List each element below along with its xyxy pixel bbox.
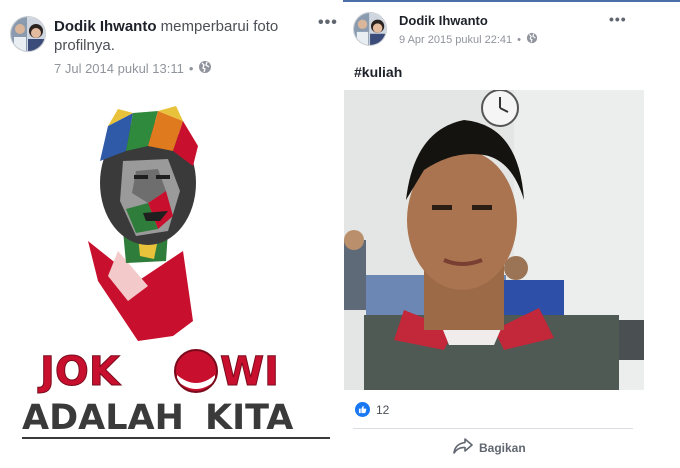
meta-separator: • <box>188 61 194 76</box>
reactions-summary[interactable]: 12 <box>355 402 389 417</box>
meta-separator: • <box>517 33 522 46</box>
clock-icon <box>481 89 519 127</box>
more-options-icon[interactable]: ••• <box>609 11 627 27</box>
logo-text-adalah: ADALAH <box>22 398 184 438</box>
share-arrow-icon <box>453 438 473 457</box>
post-timestamp[interactable]: 9 Apr 2015 pukul 22:41 <box>399 34 512 46</box>
author-name[interactable]: Dodik Ihwanto <box>54 18 157 35</box>
author-name[interactable]: Dodik Ihwanto <box>399 13 488 28</box>
author-avatar[interactable] <box>10 16 46 52</box>
divider <box>353 428 633 429</box>
logo-flag-o <box>174 349 218 393</box>
post-caption[interactable]: #kuliah <box>354 64 402 80</box>
globe-icon <box>526 32 538 47</box>
profile-photo-image[interactable]: JOK WI ADALAH KITA <box>8 91 335 465</box>
share-button[interactable]: Bagikan <box>453 438 526 457</box>
reaction-count: 12 <box>376 402 390 417</box>
post-meta: 7 Jul 2014 pukul 13:11 • <box>54 60 212 77</box>
photo-post: Dodik Ihwanto 9 Apr 2015 pukul 22:41 • •… <box>343 0 680 468</box>
globe-icon <box>198 60 212 77</box>
author-avatar[interactable] <box>353 12 387 46</box>
post-meta: 9 Apr 2015 pukul 22:41 • <box>399 32 538 47</box>
selfie-photo[interactable] <box>344 89 644 390</box>
logo-text-jok: JOK <box>37 349 122 395</box>
more-options-icon[interactable]: ••• <box>318 14 338 32</box>
share-label: Bagikan <box>479 440 526 455</box>
post-timestamp[interactable]: 7 Jul 2014 pukul 13:11 <box>54 61 184 76</box>
like-icon <box>355 402 370 417</box>
logo-text-wi: WI <box>220 349 279 395</box>
post-header-text: Dodik Ihwanto memperbarui foto profilnya… <box>54 17 324 55</box>
logo-text-kita: KITA <box>205 398 293 438</box>
profile-photo-post: Dodik Ihwanto memperbarui foto profilnya… <box>0 0 342 468</box>
